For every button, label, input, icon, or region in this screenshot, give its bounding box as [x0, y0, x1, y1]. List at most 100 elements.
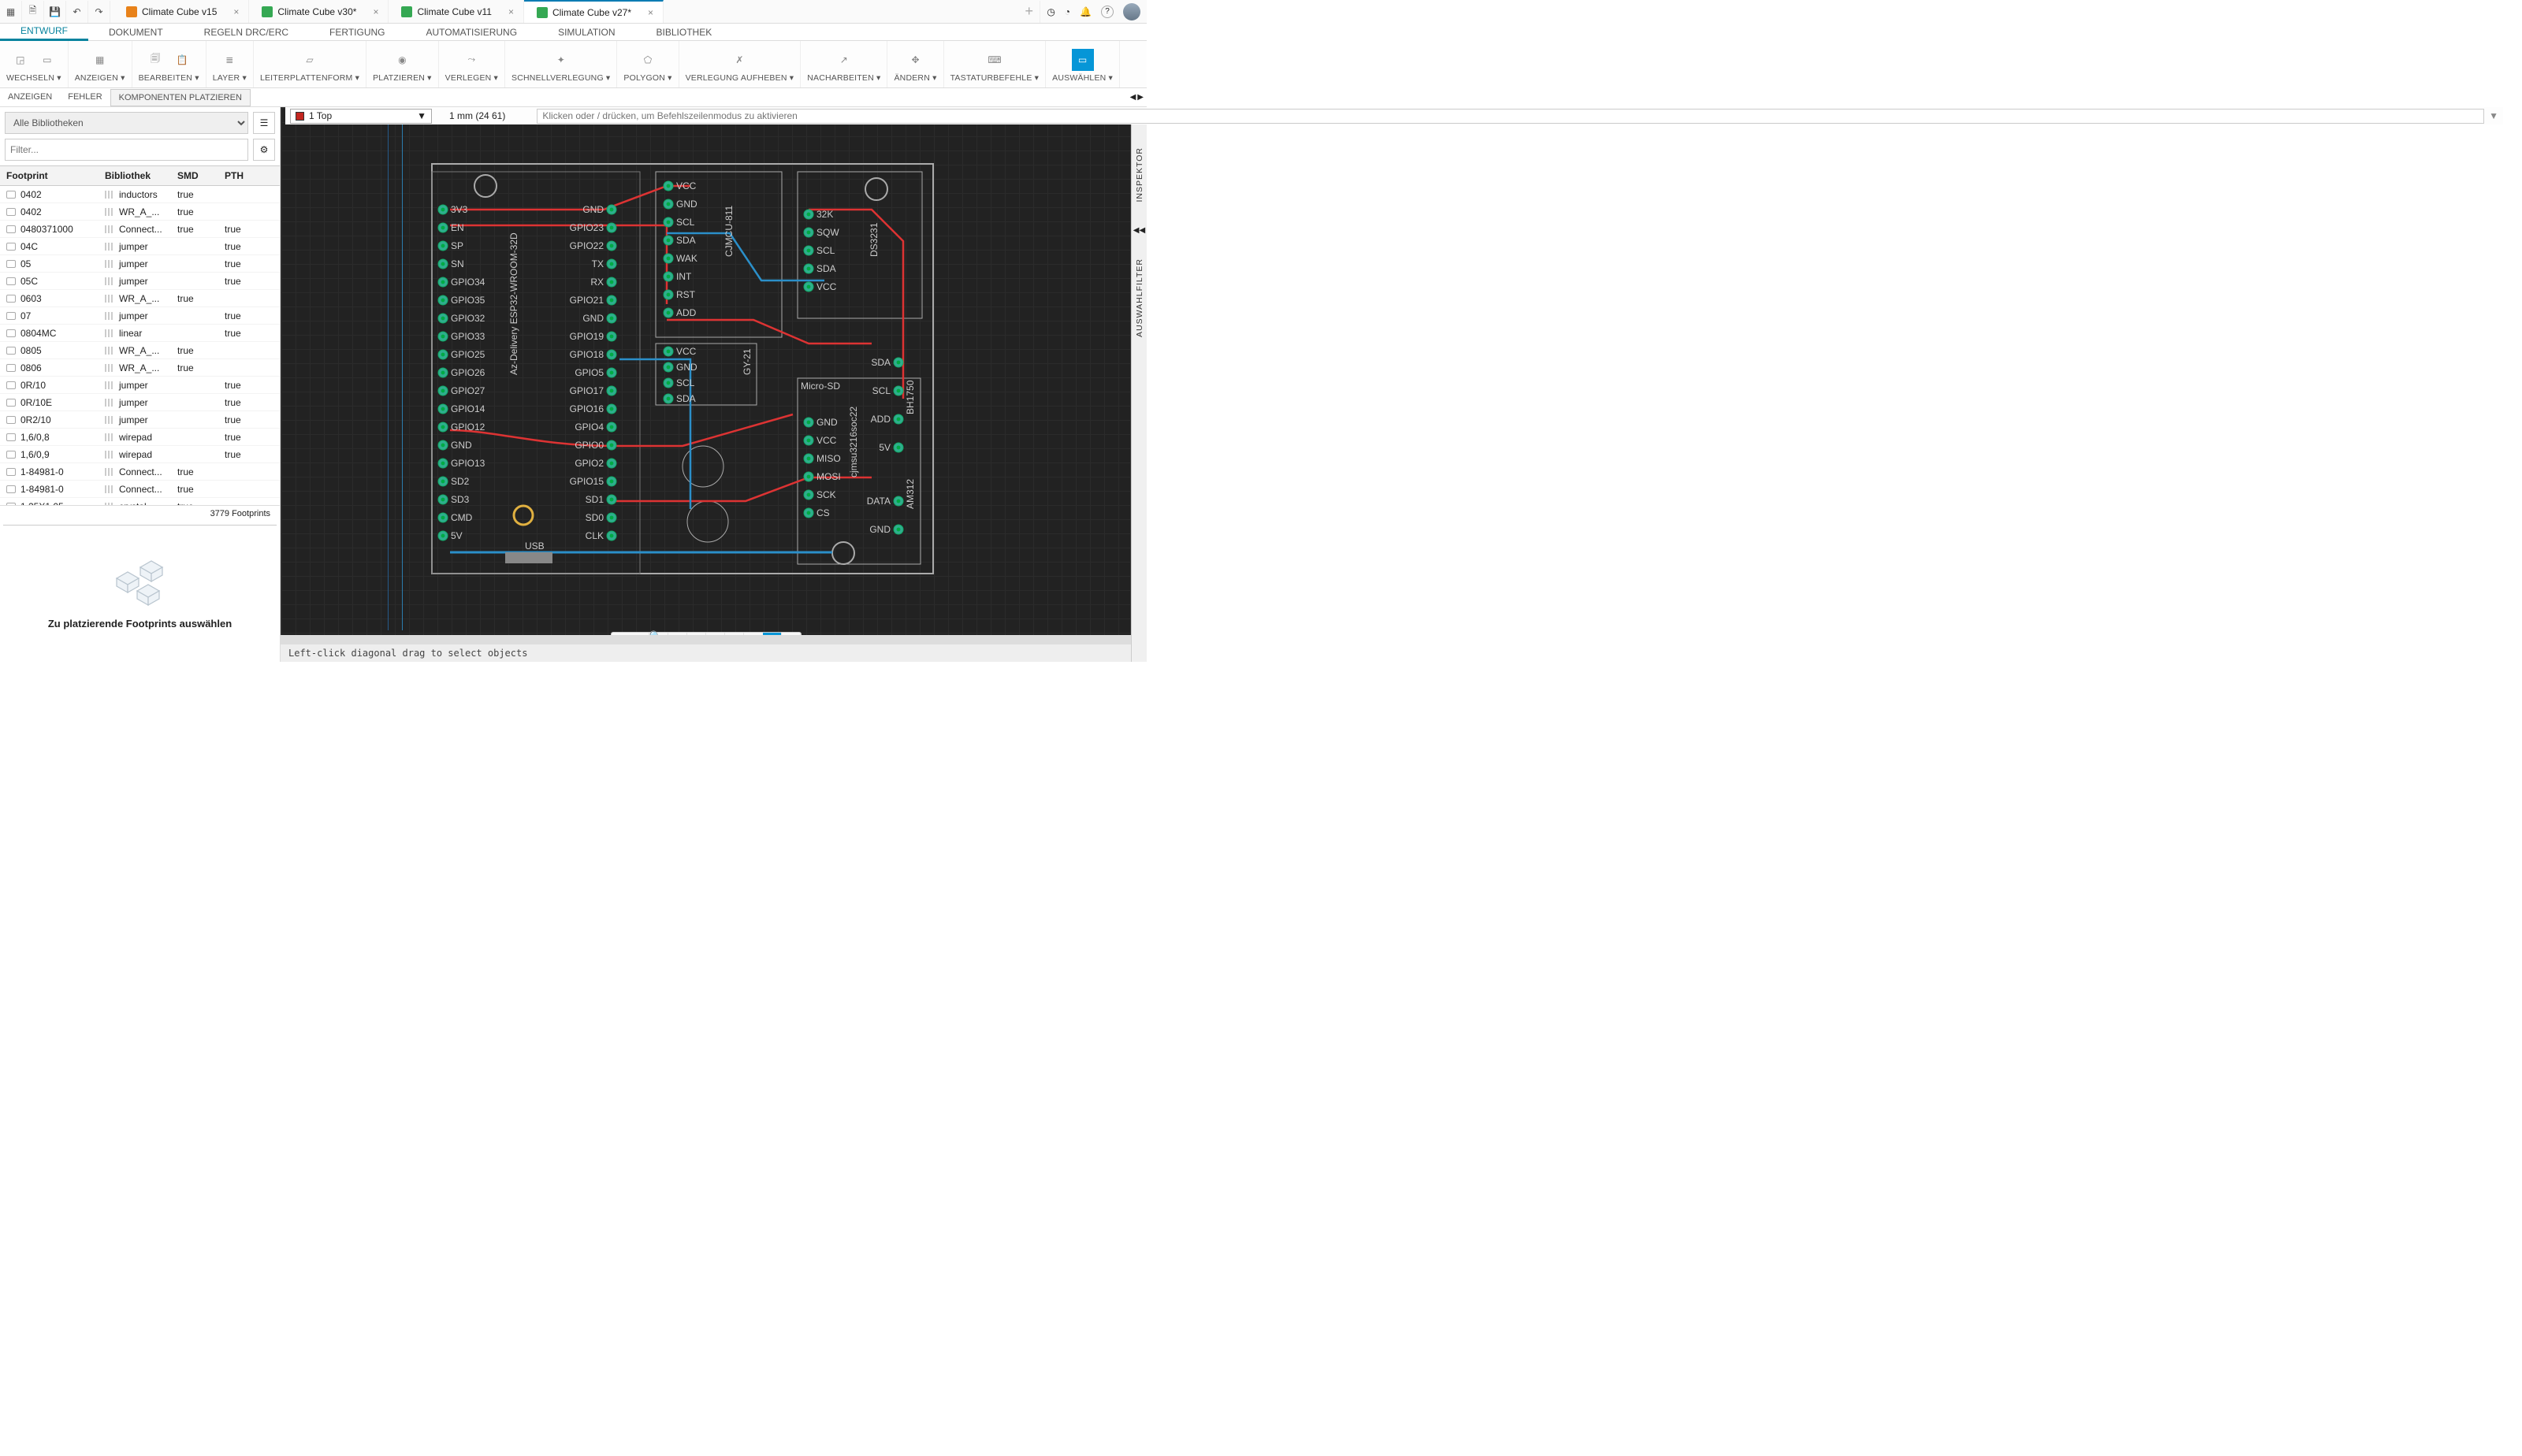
ribbon-label[interactable]: LAYER ▾ [213, 73, 247, 83]
table-row[interactable]: 1-84981-0Connect...true [0, 463, 280, 481]
menu-tab[interactable]: SIMULATION [538, 24, 635, 40]
menu-tab[interactable]: FERTIGUNG [309, 24, 405, 40]
close-icon[interactable]: × [648, 7, 653, 18]
filter-toggle-icon[interactable]: ◀◀ [1133, 226, 1145, 235]
help-icon[interactable]: ? [1101, 6, 1114, 18]
layer-select[interactable]: 1 Top▼ [290, 109, 432, 124]
menu-tab[interactable]: ENTWURF [0, 23, 88, 41]
sw2-icon[interactable]: ▭ [36, 49, 58, 71]
table-row[interactable]: 1,6/0,9wirepadtrue [0, 446, 280, 463]
ribbon-label[interactable]: POLYGON ▾ [623, 73, 671, 83]
table-row[interactable]: 0R/10Ejumpertrue [0, 394, 280, 411]
new-file-icon[interactable]: 🗎 [22, 1, 44, 23]
inspector-tab[interactable]: INSPEKTOR [1135, 147, 1144, 202]
via-icon[interactable]: ◉ [391, 49, 413, 71]
clock-icon[interactable]: ◔ [1065, 6, 1070, 17]
save-icon[interactable]: 💾 [44, 1, 66, 23]
col-pth[interactable]: PTH [218, 166, 266, 185]
command-input[interactable] [537, 109, 2484, 124]
table-row[interactable]: 0R2/10jumpertrue [0, 411, 280, 429]
menu-tab[interactable]: DOKUMENT [88, 24, 184, 40]
grid-icon[interactable]: ▦ [89, 49, 111, 71]
doc-icon [262, 6, 273, 17]
library-select[interactable]: Alle Bibliotheken [5, 112, 248, 134]
table-row[interactable]: 0806WR_A_...true [0, 359, 280, 377]
footprint-table[interactable]: 0402inductorstrue0402WR_A_...true0480371… [0, 186, 280, 505]
menu-tab[interactable]: REGELN DRC/ERC [184, 24, 309, 40]
edit-icon[interactable]: ↗ [833, 49, 855, 71]
filter-input[interactable] [5, 139, 248, 161]
unroute-icon[interactable]: ✗ [728, 49, 750, 71]
svg-text:Az-Delivery ESP32-WROOM-32D: Az-Delivery ESP32-WROOM-32D [508, 232, 519, 375]
outline-icon[interactable]: ▱ [299, 49, 321, 71]
panel-collapse-left-icon[interactable]: ◀ [1130, 93, 1136, 102]
panel-tab[interactable]: KOMPONENTEN PLATZIEREN [110, 89, 251, 106]
ribbon-label[interactable]: LEITERPLATTENFORM ▾ [260, 73, 359, 83]
ribbon-label[interactable]: AUSWÄHLEN ▾ [1052, 73, 1113, 83]
ribbon-label[interactable]: ÄNDERN ▾ [894, 73, 936, 83]
table-row[interactable]: 04Cjumpertrue [0, 238, 280, 255]
ribbon-label[interactable]: VERLEGEN ▾ [445, 73, 498, 83]
ribbon-label[interactable]: VERLEGUNG AUFHEBEN ▾ [686, 73, 794, 83]
ribbon-label[interactable]: BEARBEITEN ▾ [139, 73, 199, 83]
document-tab[interactable]: Climate Cube v27*× [524, 0, 664, 23]
ribbon-label[interactable]: ANZEIGEN ▾ [75, 73, 125, 83]
avatar[interactable] [1123, 3, 1140, 20]
document-tab[interactable]: Climate Cube v30*× [249, 0, 389, 23]
col-footprint[interactable]: Footprint [0, 166, 99, 185]
poly-icon[interactable]: ⬠ [637, 49, 659, 71]
quick-icon[interactable]: ✦ [550, 49, 572, 71]
table-row[interactable]: 05Cjumpertrue [0, 273, 280, 290]
panel-tab[interactable]: ANZEIGEN [0, 89, 60, 106]
canvas[interactable]: 3V3ENSPSNGPIO34GPIO35GPIO32GPIO33GPIO25G… [281, 107, 1131, 662]
table-row[interactable]: 0R/10jumpertrue [0, 377, 280, 394]
library-settings-icon[interactable]: ☰ [253, 112, 275, 134]
route-icon[interactable]: ⤳ [460, 49, 482, 71]
move-icon[interactable]: ✥ [905, 49, 927, 71]
pcb-board: 3V3ENSPSNGPIO34GPIO35GPIO32GPIO33GPIO25G… [430, 162, 935, 604]
h-scrollbar[interactable] [281, 635, 1131, 644]
new-tab-icon[interactable]: + [1018, 1, 1040, 23]
close-icon[interactable]: × [233, 6, 239, 17]
table-row[interactable]: 05jumpertrue [0, 255, 280, 273]
panel-tab[interactable]: FEHLER [60, 89, 110, 106]
select-icon[interactable]: ▭ [1072, 49, 1094, 71]
col-smd[interactable]: SMD [171, 166, 218, 185]
undo-icon[interactable]: ↶ [66, 1, 88, 23]
table-row[interactable]: 0402WR_A_...true [0, 203, 280, 221]
table-row[interactable]: 1.25X1.05crystal-...true [0, 498, 280, 505]
table-row[interactable]: 0603WR_A_...true [0, 290, 280, 307]
document-tab[interactable]: Climate Cube v11× [389, 0, 524, 23]
ribbon-label[interactable]: NACHARBEITEN ▾ [807, 73, 880, 83]
notification-icon[interactable]: 🔔 [1080, 6, 1092, 17]
table-row[interactable]: 0402inductorstrue [0, 186, 280, 203]
table-row[interactable]: 07jumpertrue [0, 307, 280, 325]
selection-filter-tab[interactable]: AUSWAHLFILTER [1135, 258, 1144, 337]
menu-tab[interactable]: BIBLIOTHEK [636, 24, 733, 40]
apps-icon[interactable]: ▦ [0, 1, 22, 23]
extensions-icon[interactable]: ◷ [1047, 6, 1055, 17]
menu-tab[interactable]: AUTOMATISIERUNG [405, 24, 538, 40]
table-row[interactable]: 0804MClineartrue [0, 325, 280, 342]
col-lib[interactable]: Bibliothek [99, 166, 171, 185]
redo-icon[interactable]: ↷ [88, 1, 110, 23]
ribbon-label[interactable]: TASTATURBEFEHLE ▾ [950, 73, 1040, 83]
sw1-icon[interactable]: ◲ [9, 49, 32, 71]
layers-icon[interactable]: ≣ [218, 49, 240, 71]
table-row[interactable]: 1,6/0,8wirepadtrue [0, 429, 280, 446]
ribbon-label[interactable]: WECHSELN ▾ [6, 73, 61, 83]
table-row[interactable]: 1-84981-0Connect...true [0, 481, 280, 498]
close-icon[interactable]: × [508, 6, 514, 17]
table-row[interactable]: 0480371000Connect...truetrue [0, 221, 280, 238]
copy-icon[interactable]: 🗐 [144, 49, 166, 71]
kb-icon[interactable]: ⌨ [984, 49, 1006, 71]
svg-text:GY-21: GY-21 [742, 348, 753, 375]
paste-icon[interactable]: 📋 [171, 49, 193, 71]
ribbon-label[interactable]: SCHNELLVERLEGUNG ▾ [511, 73, 610, 83]
close-icon[interactable]: × [373, 6, 378, 17]
filter-options-icon[interactable]: ⚙ [253, 139, 275, 161]
panel-collapse-right-icon[interactable]: ▶ [1137, 93, 1144, 102]
ribbon-label[interactable]: PLATZIEREN ▾ [373, 73, 432, 83]
table-row[interactable]: 0805WR_A_...true [0, 342, 280, 359]
document-tab[interactable]: Climate Cube v15× [113, 0, 249, 23]
